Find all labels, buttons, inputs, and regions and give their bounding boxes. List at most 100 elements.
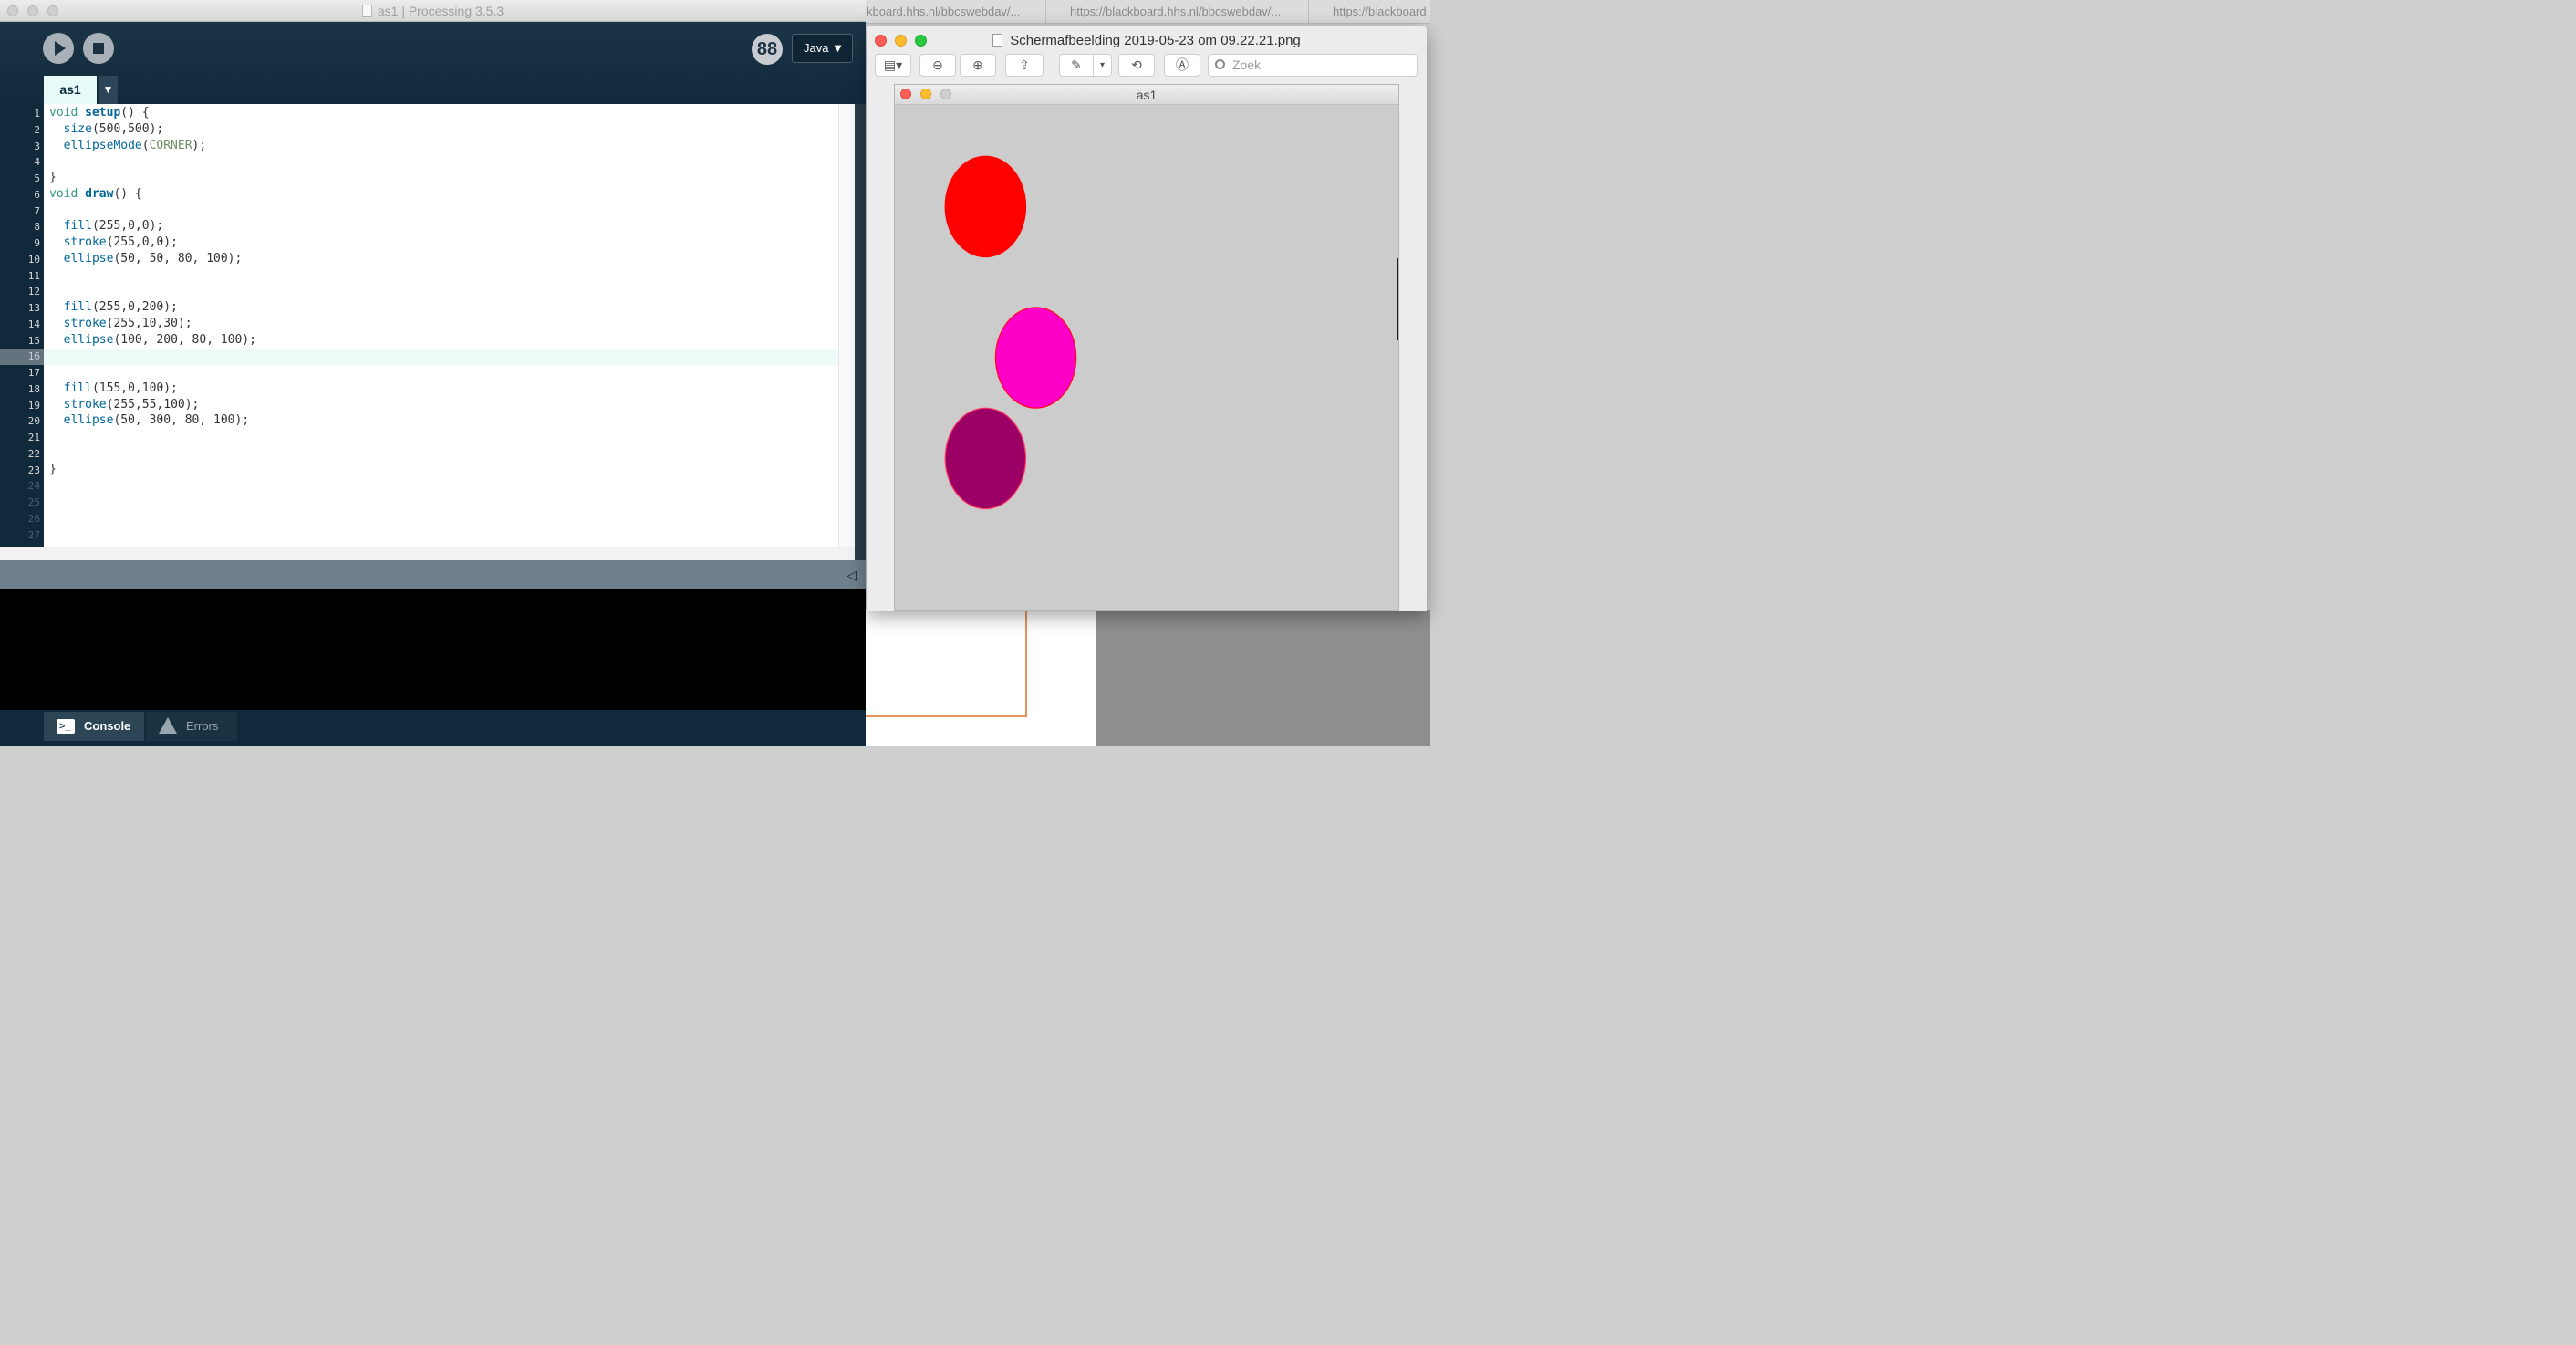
- line-number: 7: [34, 204, 40, 217]
- mode-select[interactable]: Java ▼: [792, 34, 853, 63]
- browser-tab[interactable]: https://blackboard.hhs.nl/bbcswebdav/...: [1045, 0, 1308, 24]
- console-footer: >_ Console Errors: [0, 710, 866, 746]
- background-page: [865, 610, 1096, 746]
- line-number: 27: [27, 528, 40, 541]
- line-number: 2: [34, 123, 40, 136]
- search-placeholder: Zoek: [1232, 57, 1262, 72]
- line-number: 14: [27, 318, 40, 330]
- background-panel: [1096, 610, 1430, 746]
- code-line[interactable]: size(500,500);: [49, 122, 164, 136]
- share-button[interactable]: ⇪: [1005, 54, 1044, 77]
- chevron-down-icon: ▾: [1099, 60, 1106, 70]
- preview-toolbar: ▤▾ ⊖ ⊕ ⇪ ✎ ▾ ⟲ Ⓐ Zoek: [867, 53, 1427, 80]
- code-line[interactable]: stroke(255,10,30);: [49, 317, 192, 330]
- run-button[interactable]: [43, 33, 74, 64]
- line-number: 4: [34, 156, 40, 169]
- code-line[interactable]: stroke(255,55,100);: [49, 398, 200, 412]
- preview-scroll-indicator[interactable]: [1397, 258, 1398, 340]
- background-border-line: [1025, 610, 1027, 717]
- line-number: 5: [34, 172, 40, 184]
- background-browser-tabbar: kboard.hhs.nl/bbcswebdav/... https://bla…: [865, 0, 1430, 24]
- warning-icon: [159, 717, 177, 734]
- console-collapse-icon[interactable]: ◁: [847, 568, 857, 583]
- code-line[interactable]: }: [49, 463, 57, 476]
- zoom-out-button[interactable]: ⊖: [919, 54, 956, 77]
- play-icon: [55, 41, 66, 56]
- code-line[interactable]: void setup() {: [49, 106, 150, 120]
- sketch-titlebar: as1: [895, 85, 1398, 105]
- search-icon: [1215, 59, 1225, 69]
- console-tab-button[interactable]: >_ Console: [44, 712, 144, 741]
- code-line[interactable]: ellipse(100, 200, 80, 100);: [49, 333, 256, 347]
- line-number: 10: [27, 253, 40, 266]
- code-line[interactable]: fill(155,0,100);: [49, 381, 178, 395]
- line-number: 20: [27, 415, 40, 428]
- line-number: 21: [27, 432, 40, 443]
- tab-menu-button[interactable]: ▼: [99, 76, 118, 104]
- line-number: 23: [27, 464, 40, 476]
- editor-horizontal-scrollbar[interactable]: [0, 547, 855, 560]
- editor-error-column: [855, 104, 866, 560]
- console-tab-label: Console: [84, 719, 131, 733]
- console-divider[interactable]: ◁: [0, 560, 866, 589]
- code-line[interactable]: }: [49, 171, 57, 184]
- sketch-canvas: [895, 106, 1398, 610]
- zoom-out-icon: ⊖: [932, 57, 943, 72]
- console-output: [0, 589, 866, 710]
- preview-title-text: Schermafbeelding 2019-05-23 om 09.22.21.…: [1010, 33, 1301, 48]
- image-file-icon: [992, 34, 1003, 47]
- errors-tab-button[interactable]: Errors: [146, 712, 237, 741]
- line-number: 19: [27, 399, 40, 412]
- window-title: as1 | Processing 3.5.3: [0, 4, 866, 18]
- line-number: 24: [27, 480, 40, 493]
- sketch-ellipse: [944, 407, 1027, 510]
- preview-window: Schermafbeelding 2019-05-23 om 09.22.21.…: [867, 26, 1427, 611]
- code-line[interactable]: fill(255,0,200);: [49, 300, 178, 314]
- line-number: 12: [27, 286, 40, 298]
- line-number: 9: [34, 237, 40, 249]
- sidebar-button[interactable]: ▤▾: [875, 54, 911, 77]
- annotate-button[interactable]: Ⓐ: [1164, 54, 1200, 77]
- debugger-icon[interactable]: 88: [752, 34, 783, 65]
- line-number: 13: [27, 302, 40, 314]
- stop-button[interactable]: [83, 33, 114, 64]
- sketch-ellipse: [944, 155, 1027, 258]
- line-number: 22: [27, 447, 40, 460]
- markup-button[interactable]: ✎: [1059, 54, 1094, 77]
- errors-tab-label: Errors: [186, 719, 219, 733]
- line-number: 26: [27, 512, 40, 525]
- line-number: 18: [27, 382, 40, 395]
- line-number: 15: [27, 334, 40, 347]
- markup-menu-button[interactable]: ▾: [1093, 54, 1112, 77]
- zoom-in-button[interactable]: ⊕: [960, 54, 996, 77]
- tab-as1[interactable]: as1: [44, 76, 97, 104]
- editor-vertical-scrollbar[interactable]: [838, 104, 855, 547]
- sketch-ellipse: [994, 307, 1077, 409]
- sketch-title: as1: [1136, 88, 1158, 102]
- screenshot-image: as1: [894, 84, 1399, 611]
- line-number: 11: [27, 269, 40, 282]
- share-icon: ⇪: [1019, 57, 1030, 72]
- code-line[interactable]: ellipse(50, 50, 80, 100);: [49, 252, 243, 266]
- line-number: 1: [34, 108, 40, 120]
- processing-window: as1 | Processing 3.5.3 88 Java ▼ as1 ▼ 1…: [0, 0, 866, 746]
- browser-tab[interactable]: https://blackboard.: [1308, 0, 1430, 24]
- code-line[interactable]: ellipseMode(CORNER);: [49, 139, 207, 152]
- code-line[interactable]: void draw() {: [49, 187, 142, 201]
- annotate-icon: Ⓐ: [1176, 57, 1189, 72]
- window-title-text: as1 | Processing 3.5.3: [377, 4, 504, 18]
- line-number: 25: [27, 496, 40, 508]
- browser-tab[interactable]: kboard.hhs.nl/bbcswebdav/...: [865, 0, 1045, 24]
- code-line[interactable]: stroke(255,0,0);: [49, 235, 178, 249]
- rotate-button[interactable]: ⟲: [1118, 54, 1155, 77]
- search-input[interactable]: Zoek: [1208, 54, 1418, 77]
- sidebar-icon: ▤▾: [883, 57, 903, 72]
- code-line[interactable]: ellipse(50, 300, 80, 100);: [49, 413, 250, 427]
- preview-titlebar: Schermafbeelding 2019-05-23 om 09.22.21.…: [867, 26, 1427, 53]
- console-icon: >_: [57, 719, 75, 734]
- zoom-in-icon: ⊕: [972, 57, 983, 72]
- document-icon: [361, 5, 372, 17]
- markup-pen-icon: ✎: [1071, 57, 1082, 72]
- processing-toolbar: 88 Java ▼ as1 ▼: [0, 22, 866, 104]
- code-line[interactable]: fill(255,0,0);: [49, 219, 164, 233]
